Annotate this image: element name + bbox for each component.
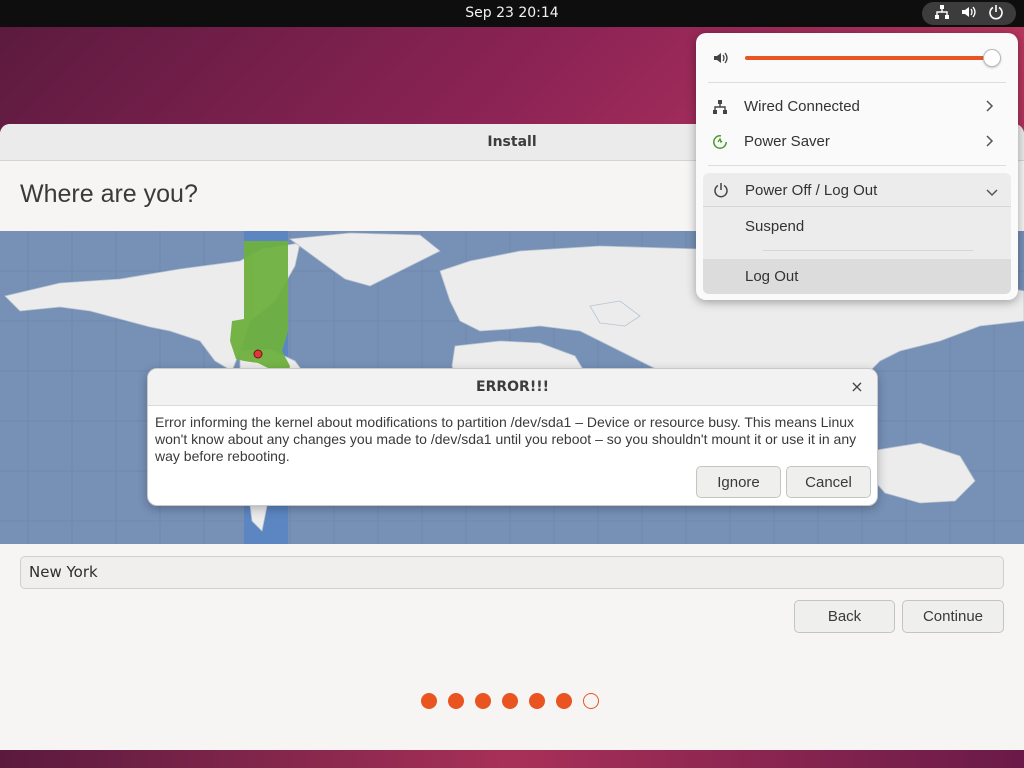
- power-off-log-out-item[interactable]: Power Off / Log Out: [703, 173, 1011, 207]
- network-wired-icon: [934, 4, 950, 24]
- chevron-right-icon: [984, 99, 994, 113]
- cancel-button[interactable]: Cancel: [786, 466, 871, 498]
- volume-row: [696, 45, 1018, 71]
- divider: [703, 206, 1011, 207]
- top-bar: Sep 23 20:14: [0, 0, 1024, 27]
- volume-slider[interactable]: [745, 49, 1001, 67]
- location-pin: [253, 349, 263, 359]
- progress-dot-current: [583, 693, 599, 709]
- page-title: Where are you?: [20, 180, 198, 208]
- power-off-log-out-label: Power Off / Log Out: [745, 182, 878, 199]
- power-saver-icon: [712, 134, 728, 150]
- volume-icon: [713, 50, 730, 66]
- chevron-down-icon: [985, 184, 999, 197]
- dialog-title: ERROR!!!: [148, 369, 877, 406]
- continue-button[interactable]: Continue: [902, 600, 1004, 633]
- progress-dot: [448, 693, 464, 709]
- progress-dot: [529, 693, 545, 709]
- progress-dot: [556, 693, 572, 709]
- log-out-item[interactable]: Log Out: [703, 259, 1011, 294]
- divider: [708, 165, 1006, 166]
- timezone-input[interactable]: New York: [20, 556, 1004, 589]
- power-submenu: Power Off / Log Out Suspend Log Out: [703, 173, 1011, 294]
- system-tray[interactable]: [922, 2, 1016, 25]
- progress-dot: [421, 693, 437, 709]
- volume-icon: [961, 4, 977, 24]
- network-wired-icon: [712, 99, 728, 115]
- chevron-right-icon: [984, 134, 994, 148]
- clock[interactable]: Sep 23 20:14: [0, 0, 1024, 27]
- error-dialog: ERROR!!! × Error informing the kernel ab…: [147, 368, 878, 506]
- suspend-label: Suspend: [745, 218, 805, 235]
- divider: [763, 250, 973, 251]
- divider: [708, 82, 1006, 83]
- wired-connected-item[interactable]: Wired Connected: [702, 90, 1012, 124]
- ignore-button[interactable]: Ignore: [696, 466, 781, 498]
- progress-dot: [502, 693, 518, 709]
- power-icon: [988, 4, 1004, 24]
- back-button[interactable]: Back: [794, 600, 895, 633]
- desktop-background: [0, 750, 1024, 768]
- power-saver-label: Power Saver: [744, 133, 830, 150]
- close-icon[interactable]: ×: [847, 377, 867, 397]
- suspend-item[interactable]: Suspend: [703, 209, 1011, 243]
- volume-slider-handle[interactable]: [983, 49, 1001, 67]
- quick-settings-menu: Wired Connected Power Saver Power Off / …: [696, 33, 1018, 300]
- progress-dot: [475, 693, 491, 709]
- log-out-label: Log Out: [745, 268, 799, 285]
- volume-slider-fill: [745, 56, 992, 60]
- wired-connected-label: Wired Connected: [744, 98, 860, 115]
- progress-dots: [421, 693, 599, 709]
- power-saver-item[interactable]: Power Saver: [702, 125, 1012, 159]
- power-icon: [713, 182, 729, 198]
- error-message: Error informing the kernel about modific…: [155, 414, 857, 464]
